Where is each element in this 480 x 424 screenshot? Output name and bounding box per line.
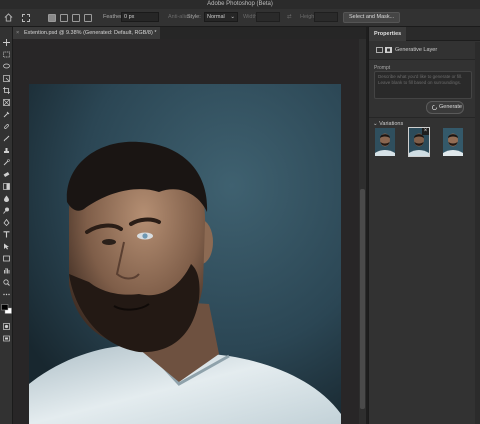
subtract-selection-icon[interactable] — [72, 14, 80, 22]
tab-properties[interactable]: Properties — [369, 27, 407, 41]
move-tool-icon[interactable] — [3, 39, 10, 46]
chevron-down-icon: ⌄ — [230, 14, 235, 20]
divider — [369, 117, 480, 118]
screen-mode-icon[interactable] — [3, 335, 10, 342]
marquee-tool-icon[interactable] — [3, 51, 10, 58]
dodge-tool-icon[interactable] — [3, 207, 10, 214]
zoom-tool-icon[interactable] — [3, 279, 10, 286]
pen-tool-icon[interactable] — [3, 219, 10, 226]
generative-layer-icon — [385, 47, 392, 53]
variations-header[interactable]: ⌄ Variations — [373, 120, 403, 128]
chevron-down-icon: ⌄ — [373, 121, 378, 127]
style-select-value: Normal — [207, 14, 225, 20]
title-bar: Adobe Photoshop (Beta) — [0, 0, 480, 9]
close-icon[interactable]: × — [16, 27, 19, 39]
document-tab-title: Extention.psd @ 9.38% (Generated: Defaul… — [24, 30, 157, 36]
history-brush-tool-icon[interactable] — [3, 159, 10, 166]
divider — [369, 59, 480, 60]
tools-panel — [0, 27, 13, 424]
properties-tab-bar: Properties — [369, 27, 480, 41]
generate-button[interactable]: Generate — [426, 101, 464, 114]
object-selection-tool-icon[interactable] — [3, 75, 10, 82]
canvas-area[interactable] — [13, 39, 366, 424]
layer-type-row: Generative Layer — [373, 45, 477, 55]
blur-tool-icon[interactable] — [3, 195, 10, 202]
prompt-input[interactable]: Describe what you'd like to generate or … — [374, 71, 472, 99]
rectangle-tool-icon[interactable] — [3, 255, 10, 262]
style-select[interactable]: Normal ⌄ — [204, 12, 238, 22]
variations-label: Variations — [379, 121, 404, 127]
eraser-tool-icon[interactable] — [3, 171, 10, 178]
path-selection-tool-icon[interactable] — [3, 243, 10, 250]
width-input[interactable] — [256, 12, 280, 22]
generate-label: Generate — [439, 104, 462, 110]
intersect-selection-icon[interactable] — [84, 14, 92, 22]
brush-tool-icon[interactable] — [3, 135, 10, 142]
height-input[interactable] — [314, 12, 338, 22]
feather-input[interactable]: 0 px — [121, 12, 159, 22]
clone-stamp-tool-icon[interactable] — [3, 147, 10, 154]
rectangular-marquee-icon[interactable] — [22, 14, 30, 22]
generate-icon — [432, 105, 437, 110]
document-tab-bar: × Extention.psd @ 9.38% (Generated: Defa… — [13, 27, 366, 39]
quick-mask-icon[interactable] — [3, 323, 10, 330]
eyedropper-tool-icon[interactable] — [3, 111, 10, 118]
variation-thumbnail-3[interactable] — [443, 128, 463, 156]
canvas-scrollbar-thumb[interactable] — [360, 189, 365, 409]
lasso-tool-icon[interactable] — [3, 63, 10, 70]
healing-brush-tool-icon[interactable] — [3, 123, 10, 130]
more-tools-icon[interactable] — [3, 291, 10, 298]
properties-panel: Properties Generative Layer Prompt Descr… — [368, 27, 480, 424]
window-title: Adobe Photoshop (Beta) — [207, 1, 273, 7]
layer-type-label: Generative Layer — [395, 47, 438, 53]
hand-tool-icon[interactable] — [3, 267, 10, 274]
options-bar: Feather: 0 px Anti-alias Style: Normal ⌄ … — [0, 9, 480, 27]
color-swatches-icon[interactable] — [1, 304, 12, 314]
layer-icon — [376, 47, 383, 53]
type-tool-icon[interactable] — [3, 231, 10, 238]
canvas-scrollbar[interactable] — [359, 39, 366, 424]
add-to-selection-icon[interactable] — [60, 14, 68, 22]
variation-thumbnail-2[interactable]: × — [408, 127, 430, 157]
properties-scrollbar[interactable] — [475, 42, 480, 424]
document-tab[interactable]: × Extention.psd @ 9.38% (Generated: Defa… — [13, 27, 161, 39]
variation-thumbnail-1[interactable] — [375, 128, 395, 156]
style-label: Style: — [187, 14, 201, 20]
frame-tool-icon[interactable] — [3, 99, 10, 106]
swap-icon[interactable]: ⇄ — [287, 14, 292, 20]
home-icon[interactable] — [4, 13, 13, 22]
select-and-mask-button[interactable]: Select and Mask... — [343, 12, 401, 23]
gradient-tool-icon[interactable] — [3, 183, 10, 190]
crop-tool-icon[interactable] — [3, 87, 10, 94]
new-selection-icon[interactable] — [48, 14, 56, 22]
close-icon[interactable]: × — [422, 128, 429, 135]
canvas-image[interactable] — [29, 84, 341, 424]
